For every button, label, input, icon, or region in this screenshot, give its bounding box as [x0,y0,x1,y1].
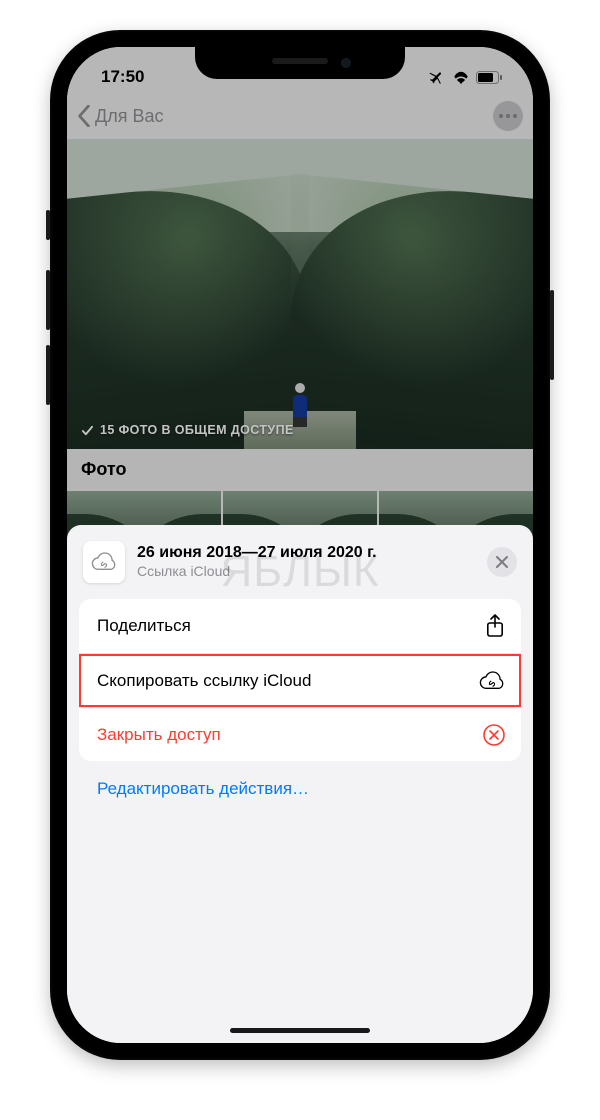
volume-down-button [46,345,50,405]
wifi-icon [452,70,470,84]
home-indicator[interactable] [230,1028,370,1033]
clock: 17:50 [91,67,144,87]
front-camera-icon [341,58,351,68]
close-sheet-button[interactable] [487,547,517,577]
edit-actions-link[interactable]: Редактировать действия… [79,761,521,803]
power-button [550,290,554,380]
airplane-mode-icon [429,69,446,86]
cloud-link-icon [91,552,117,572]
phone-frame: 17:50 [50,30,550,1060]
silence-switch [46,210,50,240]
close-circle-icon [483,724,505,746]
display-notch [195,47,405,79]
action-menu: Поделиться Скопировать ссылку iCloud Зак… [79,599,521,761]
stop-sharing-action[interactable]: Закрыть доступ [79,707,521,761]
stop-sharing-label: Закрыть доступ [97,725,221,745]
volume-up-button [46,270,50,330]
battery-icon [476,71,503,84]
close-icon [496,556,508,568]
share-action[interactable]: Поделиться [79,599,521,653]
sheet-subtitle: Ссылка iCloud [137,563,475,581]
sheet-title: 26 июня 2018—27 июля 2020 г. [137,543,475,563]
copy-icloud-link-action[interactable]: Скопировать ссылку iCloud [79,653,521,707]
cloud-link-icon [479,671,505,691]
share-label: Поделиться [97,616,191,636]
share-icon [485,614,505,638]
icloud-link-badge [83,541,125,583]
share-sheet: ЯБЛЫК 26 июня 2018—27 июля 2020 г. Ссылк… [67,525,533,1043]
copy-link-label: Скопировать ссылку iCloud [97,671,311,691]
